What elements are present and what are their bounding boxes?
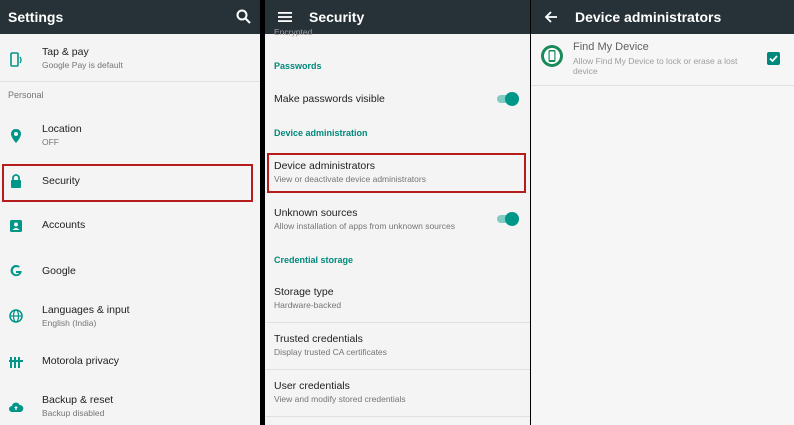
storage-type-row[interactable]: Storage type Hardware-backed	[265, 280, 530, 316]
location-pin-icon	[8, 128, 24, 144]
make-passwords-visible-row[interactable]: Make passwords visible	[265, 84, 530, 114]
make-passwords-visible-toggle[interactable]	[495, 92, 519, 106]
find-my-device-icon	[540, 44, 564, 68]
find-my-device-name: Find My Device	[573, 41, 649, 53]
settings-item-label: Languages & input	[42, 304, 130, 316]
google-icon	[8, 263, 24, 279]
security-panel: Security Encrypted Passwords Make passwo…	[265, 0, 530, 425]
tap-pay-icon	[8, 52, 24, 68]
divider	[531, 85, 794, 86]
highlight-device-administrators	[267, 153, 526, 193]
cloud-upload-icon	[8, 399, 24, 415]
settings-item-sub: Google Pay is default	[42, 60, 123, 70]
user-credentials-label: User credentials	[274, 380, 350, 392]
page-title: Security	[309, 9, 365, 25]
settings-item-google[interactable]: Google	[0, 253, 260, 289]
settings-item-sub: English (India)	[42, 318, 97, 328]
device-administrators-appbar: Device administrators	[531, 0, 794, 34]
divider	[0, 81, 260, 82]
section-header-personal: Personal	[8, 90, 44, 100]
settings-item-location[interactable]: Location OFF	[0, 118, 260, 154]
settings-item-label: Backup & reset	[42, 394, 114, 406]
highlight-security	[2, 164, 253, 202]
trusted-credentials-sub: Display trusted CA certificates	[274, 347, 387, 357]
category-device-administration: Device administration	[274, 128, 368, 138]
trusted-credentials-label: Trusted credentials	[274, 333, 363, 345]
unknown-sources-label: Unknown sources	[274, 207, 358, 219]
device-administrators-panel: Device administrators Find My Device All…	[531, 0, 794, 425]
settings-item-label: Motorola privacy	[42, 355, 120, 367]
settings-appbar: Settings	[0, 0, 260, 34]
divider	[265, 416, 530, 417]
user-credentials-sub: View and modify stored credentials	[274, 394, 406, 404]
find-my-device-row[interactable]: Find My Device Allow Find My Device to l…	[531, 38, 794, 84]
find-my-device-desc: Allow Find My Device to lock or erase a …	[573, 56, 738, 76]
unknown-sources-toggle[interactable]	[495, 212, 519, 226]
unknown-sources-sub: Allow installation of apps from unknown …	[274, 221, 455, 231]
storage-type-label: Storage type	[274, 286, 334, 298]
settings-item-languages[interactable]: Languages & input English (India)	[0, 298, 260, 334]
category-credential-storage: Credential storage	[274, 255, 354, 265]
storage-type-sub: Hardware-backed	[274, 300, 342, 310]
page-title: Settings	[8, 9, 64, 25]
divider	[265, 322, 530, 323]
settings-item-label: Google	[42, 265, 76, 277]
category-passwords: Passwords	[274, 61, 322, 71]
settings-item-tap-pay[interactable]: Tap & pay Google Pay is default	[0, 42, 260, 78]
trusted-credentials-row[interactable]: Trusted credentials Display trusted CA c…	[265, 327, 530, 363]
find-my-device-checkbox[interactable]	[767, 52, 780, 65]
settings-item-label: Location	[42, 123, 82, 135]
page-title: Device administrators	[575, 9, 722, 25]
make-passwords-visible-label: Make passwords visible	[274, 93, 385, 105]
settings-item-label: Accounts	[42, 219, 86, 231]
account-icon	[8, 218, 24, 234]
settings-item-backup[interactable]: Backup & reset Backup disabled	[0, 389, 260, 425]
privacy-icon	[8, 354, 24, 370]
settings-item-sub: OFF	[42, 137, 59, 147]
divider	[265, 369, 530, 370]
settings-item-sub: Backup disabled	[42, 408, 105, 418]
globe-icon	[8, 308, 24, 324]
hamburger-menu-icon[interactable]	[275, 7, 295, 27]
user-credentials-row[interactable]: User credentials View and modify stored …	[265, 374, 530, 410]
settings-item-accounts[interactable]: Accounts	[0, 208, 260, 244]
cut-off-text: Encrypted	[274, 27, 313, 37]
settings-item-motorola-privacy[interactable]: Motorola privacy	[0, 344, 260, 380]
search-icon[interactable]	[234, 7, 254, 27]
settings-item-label: Tap & pay	[42, 46, 89, 58]
settings-panel: Settings Tap & pay Google Pay is default…	[0, 0, 260, 425]
unknown-sources-row[interactable]: Unknown sources Allow installation of ap…	[265, 202, 530, 238]
back-arrow-icon[interactable]	[541, 7, 561, 27]
